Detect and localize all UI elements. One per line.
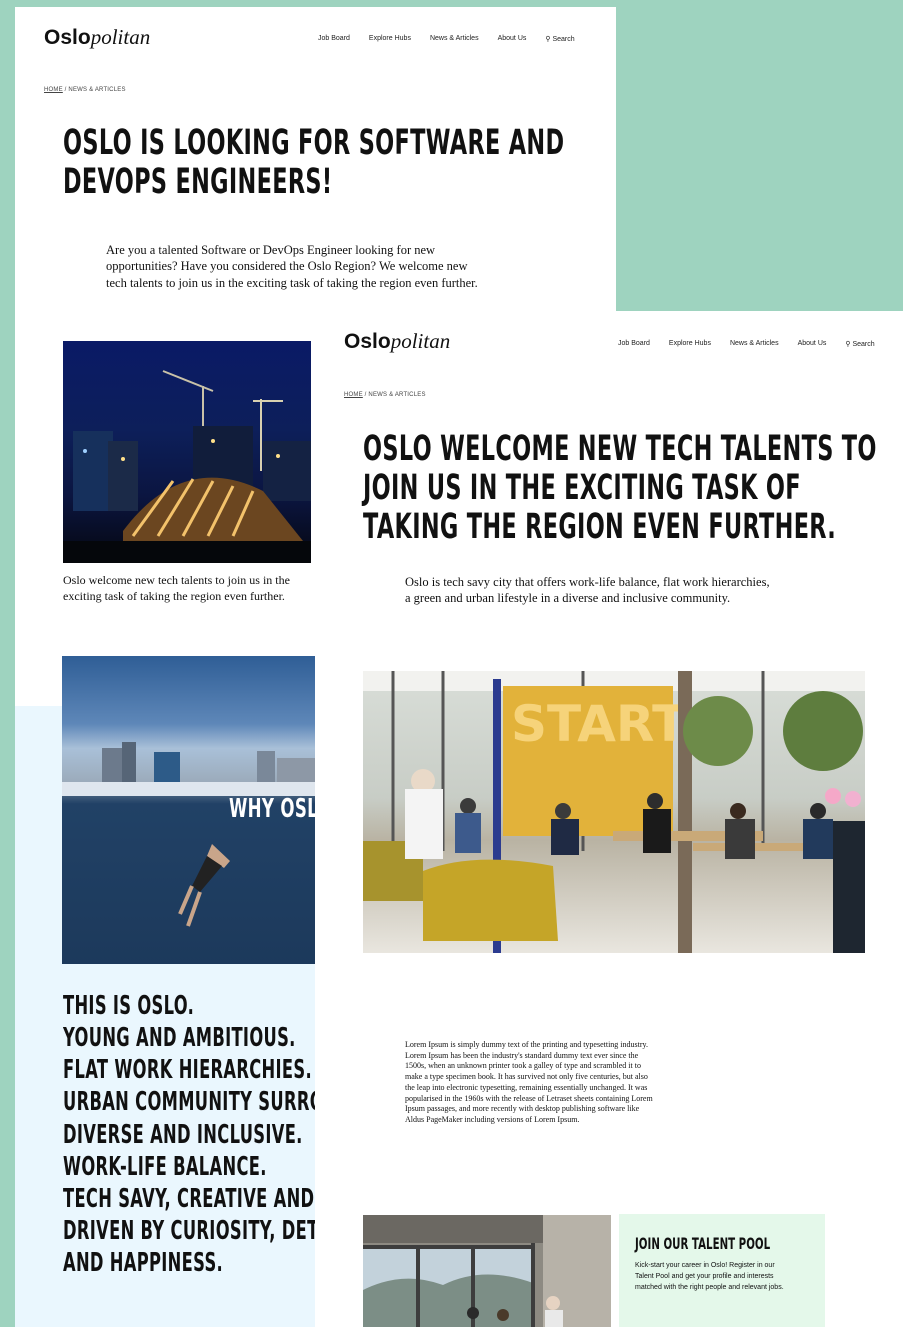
talent-pool-card[interactable]: JOIN OUR TALENT POOL Kick-start your car… [619, 1214, 825, 1327]
article-1-headline: OSLO IS LOOKING FOR SOFTWARE AND DEVOPS … [63, 124, 846, 202]
breadcrumb-section: / NEWS & ARTICLES [62, 87, 126, 93]
night-city-illustration [63, 370, 311, 563]
nav-search[interactable]: ⚲ Search [845, 340, 874, 348]
oslo-facts-list: THIS IS OSLO. YOUNG AND AMBITIOUS. FLAT … [63, 990, 315, 1290]
headline-line: OSLO WELCOME NEW TECH TALENTS TO [363, 429, 877, 469]
oslo-fact: WORK-LIFE BALANCE. [63, 1151, 267, 1182]
nav-news-articles[interactable]: News & Articles [730, 340, 779, 348]
coworking-office-photo: START [363, 671, 865, 953]
breadcrumb-home[interactable]: HOME [44, 87, 63, 93]
breadcrumb-section: / NEWS & ARTICLES [362, 392, 426, 398]
nav-about-us[interactable]: About Us [798, 340, 827, 348]
oslo-fact: DIVERSE AND INCLUSIVE. [63, 1119, 303, 1150]
nav-job-board[interactable]: Job Board [318, 35, 350, 43]
breadcrumb: HOME / NEWS & ARTICLES [44, 87, 126, 93]
oslo-fact: YOUNG AND AMBITIOUS. [63, 1023, 296, 1054]
breadcrumb: HOME / NEWS & ARTICLES [344, 392, 426, 398]
nav-search[interactable]: ⚲ Search [545, 35, 574, 43]
nav-search-label: Search [552, 36, 575, 43]
main-nav: Job Board Explore Hubs News & Articles A… [318, 35, 575, 43]
office-illustration: START [363, 671, 865, 953]
article-1-intro: Are you a talented Software or DevOps En… [106, 243, 478, 290]
oslo-fact: DRIVEN BY CURIOSITY, DETERMI [63, 1215, 315, 1246]
oslo-fact: URBAN COMMUNITY SURROUNI [63, 1087, 315, 1118]
lorem-paragraph: Lorem Ipsum is simply dummy text of the … [405, 1040, 653, 1125]
night-city-photo [63, 341, 311, 563]
nav-explore-hubs[interactable]: Explore Hubs [369, 35, 411, 43]
headline-line: OSLO IS LOOKING FOR SOFTWARE AND [63, 123, 565, 163]
night-photo-caption: Oslo welcome new tech talents to join us… [63, 573, 290, 603]
headline-line: JOIN US IN THE EXCITING TASK OF [363, 467, 801, 508]
nav-explore-hubs[interactable]: Explore Hubs [669, 340, 711, 348]
oslo-fact: AND HAPPINESS. [63, 1248, 224, 1278]
site-logo[interactable]: Oslopolitan [44, 25, 150, 50]
workspace-window-photo [363, 1215, 611, 1327]
headline-line: DEVOPS ENGINEERS! [63, 161, 333, 202]
search-icon: ⚲ [845, 341, 851, 348]
main-nav: Job Board Explore Hubs News & Articles A… [618, 340, 875, 348]
talent-pool-title: JOIN OUR TALENT POOL [635, 1234, 771, 1253]
nav-about-us[interactable]: About Us [498, 35, 527, 43]
headline-line: TAKING THE REGION EVEN FURTHER. [363, 506, 837, 547]
nav-search-label: Search [852, 341, 875, 348]
oslo-fact: TECH SAVY, CREATIVE AND STRA [63, 1183, 315, 1214]
talent-pool-text: Kick-start your career in Oslo! Register… [635, 1262, 784, 1291]
office-sign: START [511, 695, 686, 753]
workspace-illustration [363, 1215, 611, 1327]
site-logo[interactable]: Oslopolitan [344, 329, 450, 354]
breadcrumb-home[interactable]: HOME [344, 392, 363, 398]
oslo-fact: THIS IS OSLO. [63, 991, 195, 1021]
article-2-headline: OSLO WELCOME NEW TECH TALENTS TO JOIN US… [363, 430, 903, 547]
article-2-intro: Oslo is tech savy city that offers work-… [405, 575, 770, 606]
nav-news-articles[interactable]: News & Articles [430, 35, 479, 43]
search-icon: ⚲ [545, 36, 551, 43]
oslo-fact: FLAT WORK HIERARCHIES. [63, 1055, 312, 1086]
nav-job-board[interactable]: Job Board [618, 340, 650, 348]
